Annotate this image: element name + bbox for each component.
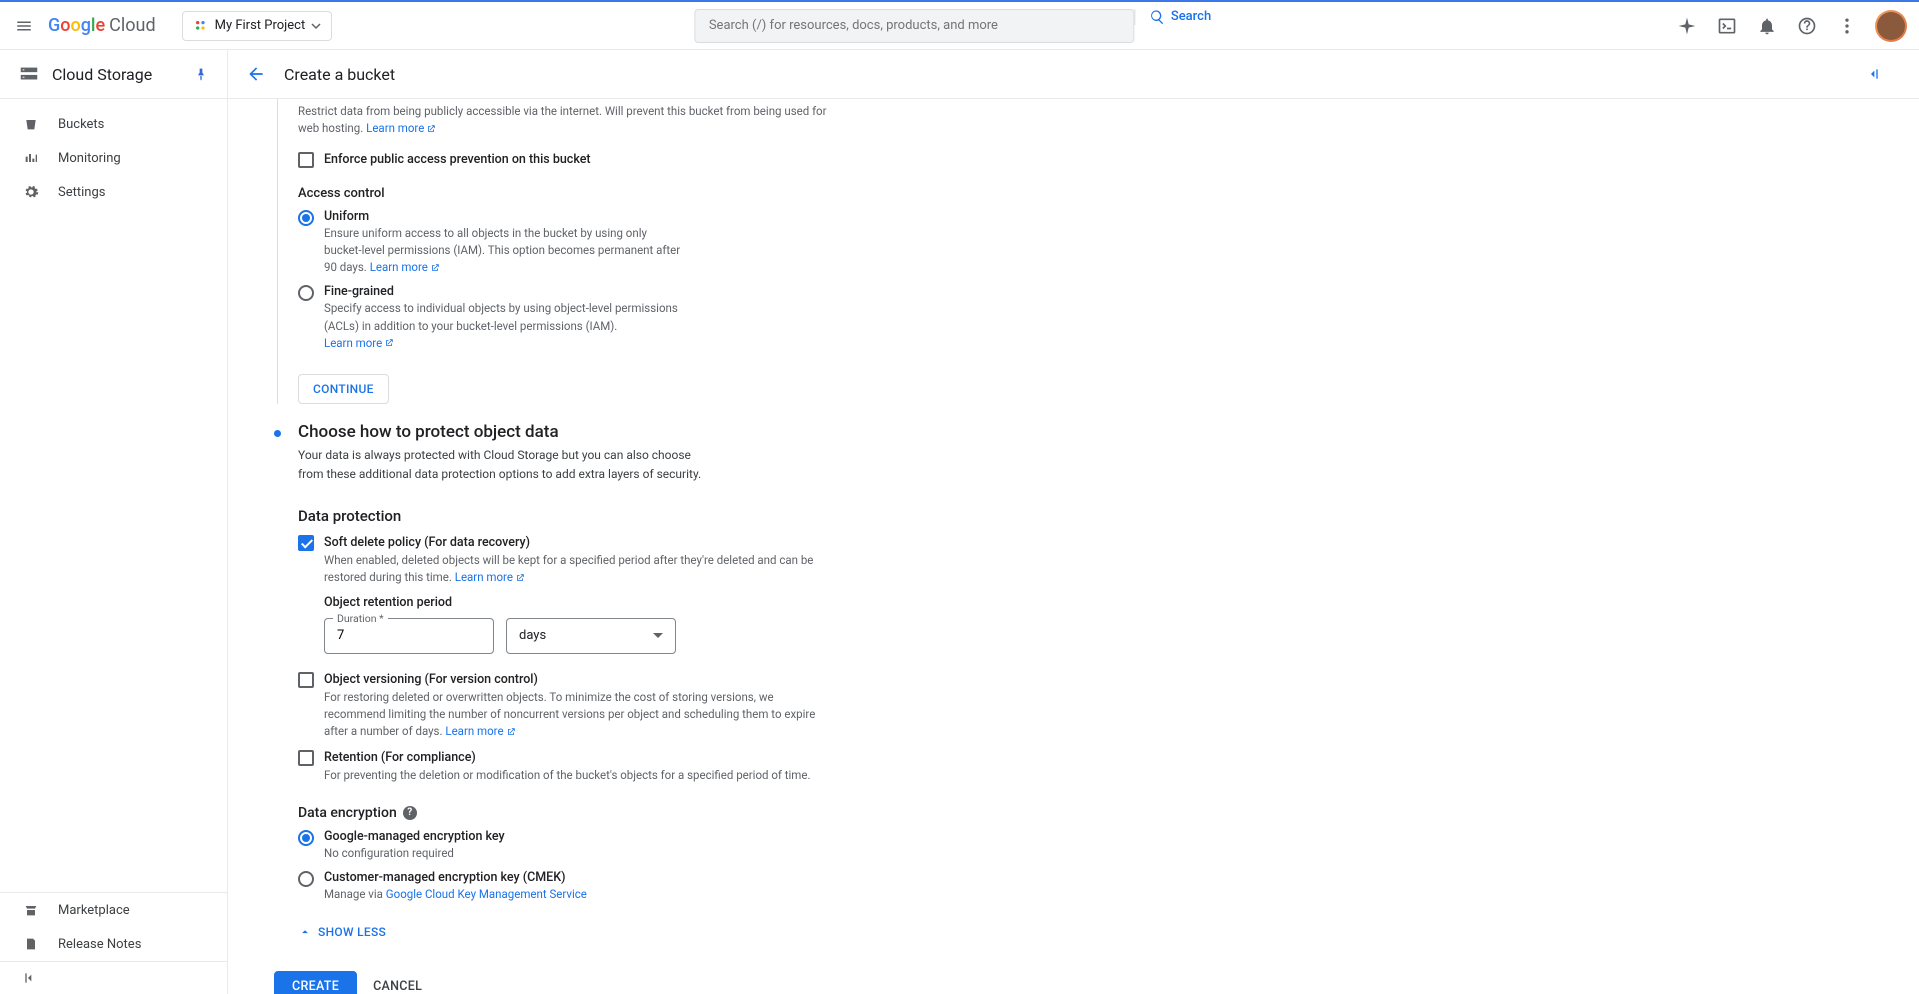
step-access-control: Restrict data from being publicly access… bbox=[274, 99, 828, 404]
help-icon[interactable] bbox=[1795, 14, 1819, 38]
notifications-icon[interactable] bbox=[1755, 14, 1779, 38]
learn-more-link[interactable]: Learn more bbox=[366, 120, 436, 137]
learn-more-link[interactable]: Learn more bbox=[445, 723, 515, 740]
google-cloud-logo[interactable]: Google Cloud bbox=[48, 15, 156, 36]
search-button[interactable]: Search bbox=[1134, 9, 1225, 25]
show-less-toggle[interactable]: SHOW LESS bbox=[298, 925, 828, 939]
fine-grained-label: Fine-grained bbox=[324, 284, 684, 299]
google-key-label: Google-managed encryption key bbox=[324, 829, 505, 844]
gear-icon bbox=[22, 184, 40, 200]
duration-unit-value: days bbox=[519, 628, 546, 643]
sidebar-item-marketplace[interactable]: Marketplace bbox=[0, 893, 227, 927]
protect-desc: Your data is always protected with Cloud… bbox=[298, 446, 708, 483]
uniform-desc: Ensure uniform access to all objects in … bbox=[324, 225, 684, 277]
sidebar-item-buckets[interactable]: Buckets bbox=[0, 107, 227, 141]
page-title: Create a bucket bbox=[284, 65, 395, 84]
sidebar-item-label: Release Notes bbox=[58, 937, 141, 952]
cloud-shell-icon[interactable] bbox=[1715, 14, 1739, 38]
retention-desc: For preventing the deletion or modificat… bbox=[324, 767, 811, 784]
access-control-heading: Access control bbox=[298, 186, 828, 201]
bucket-icon bbox=[22, 116, 40, 132]
step-protect-data: Choose how to protect object data Your d… bbox=[274, 422, 828, 939]
sidebar: Buckets Monitoring Settings Marketplace … bbox=[0, 99, 228, 994]
sidebar-item-label: Monitoring bbox=[58, 151, 121, 166]
sidebar-item-settings[interactable]: Settings bbox=[0, 175, 227, 209]
retention-period-label: Object retention period bbox=[324, 595, 828, 610]
soft-delete-desc: When enabled, deleted objects will be ke… bbox=[324, 552, 828, 587]
data-protection-heading: Data protection bbox=[298, 507, 828, 525]
step-indicator-dot bbox=[274, 430, 281, 437]
subheader: Cloud Storage Create a bucket bbox=[0, 50, 1919, 99]
retention-checkbox[interactable] bbox=[298, 750, 314, 766]
footer-actions: CREATE CANCEL bbox=[274, 971, 828, 994]
sidebar-item-monitoring[interactable]: Monitoring bbox=[0, 141, 227, 175]
menu-icon[interactable] bbox=[12, 14, 36, 38]
protect-title: Choose how to protect object data bbox=[298, 422, 828, 442]
duration-field: Duration * bbox=[324, 618, 494, 654]
enforce-public-access-checkbox[interactable] bbox=[298, 152, 314, 168]
chevron-down-icon bbox=[311, 21, 321, 31]
public-access-desc: Restrict data from being publicly access… bbox=[298, 103, 828, 138]
kms-link[interactable]: Google Cloud Key Management Service bbox=[386, 887, 587, 901]
learn-more-link[interactable]: Learn more bbox=[324, 335, 394, 352]
chevron-up-icon bbox=[298, 925, 312, 939]
versioning-label: Object versioning (For version control) bbox=[324, 672, 828, 687]
collapse-panel-icon[interactable] bbox=[1865, 66, 1889, 82]
release-notes-icon bbox=[22, 936, 40, 952]
cmek-desc: Manage via Google Cloud Key Management S… bbox=[324, 886, 587, 903]
cmek-radio[interactable] bbox=[298, 871, 314, 887]
collapse-sidebar-icon[interactable] bbox=[22, 970, 205, 986]
sidebar-item-label: Buckets bbox=[58, 117, 104, 132]
duration-unit-select[interactable]: days bbox=[506, 618, 676, 654]
learn-more-link[interactable]: Learn more bbox=[455, 569, 525, 586]
search-icon bbox=[1149, 9, 1165, 25]
retention-label: Retention (For compliance) bbox=[324, 750, 811, 765]
learn-more-link[interactable]: Learn more bbox=[370, 259, 440, 276]
uniform-label: Uniform bbox=[324, 209, 684, 224]
search-input[interactable] bbox=[695, 10, 1133, 42]
gemini-icon[interactable] bbox=[1675, 14, 1699, 38]
project-name: My First Project bbox=[215, 18, 306, 33]
more-icon[interactable] bbox=[1835, 14, 1859, 38]
versioning-desc: For restoring deleted or overwritten obj… bbox=[324, 689, 828, 741]
product-name: Cloud Storage bbox=[52, 65, 181, 84]
pin-icon[interactable] bbox=[193, 66, 209, 82]
soft-delete-label: Soft delete policy (For data recovery) bbox=[324, 535, 828, 550]
form-scroll-area[interactable]: Restrict data from being publicly access… bbox=[228, 99, 1919, 994]
cloud-storage-icon bbox=[18, 63, 40, 85]
sidebar-item-release-notes[interactable]: Release Notes bbox=[0, 927, 227, 961]
sidebar-item-label: Marketplace bbox=[58, 903, 130, 918]
global-header: Google Cloud My First Project Search bbox=[0, 2, 1919, 50]
duration-float-label: Duration * bbox=[333, 612, 388, 625]
marketplace-icon bbox=[22, 902, 40, 918]
data-encryption-heading: Data encryption ? bbox=[298, 805, 828, 821]
back-arrow-icon[interactable] bbox=[246, 64, 266, 84]
versioning-checkbox[interactable] bbox=[298, 672, 314, 688]
create-button[interactable]: CREATE bbox=[274, 971, 357, 994]
cancel-button[interactable]: CANCEL bbox=[373, 979, 422, 994]
sidebar-item-label: Settings bbox=[58, 185, 105, 200]
fine-grained-desc: Specify access to individual objects by … bbox=[324, 300, 684, 352]
enforce-public-access-label: Enforce public access prevention on this… bbox=[324, 152, 591, 167]
project-picker[interactable]: My First Project bbox=[182, 11, 333, 41]
help-tooltip-icon[interactable]: ? bbox=[403, 806, 417, 820]
duration-input[interactable] bbox=[337, 628, 481, 643]
soft-delete-checkbox[interactable] bbox=[298, 535, 314, 551]
continue-button[interactable]: CONTINUE bbox=[298, 374, 389, 404]
cmek-label: Customer-managed encryption key (CMEK) bbox=[324, 870, 587, 885]
uniform-radio[interactable] bbox=[298, 210, 314, 226]
google-key-radio[interactable] bbox=[298, 830, 314, 846]
chevron-down-icon bbox=[653, 633, 663, 638]
avatar[interactable] bbox=[1875, 10, 1907, 42]
global-search bbox=[694, 9, 1134, 43]
google-key-desc: No configuration required bbox=[324, 845, 505, 862]
fine-grained-radio[interactable] bbox=[298, 285, 314, 301]
monitoring-icon bbox=[22, 150, 40, 166]
